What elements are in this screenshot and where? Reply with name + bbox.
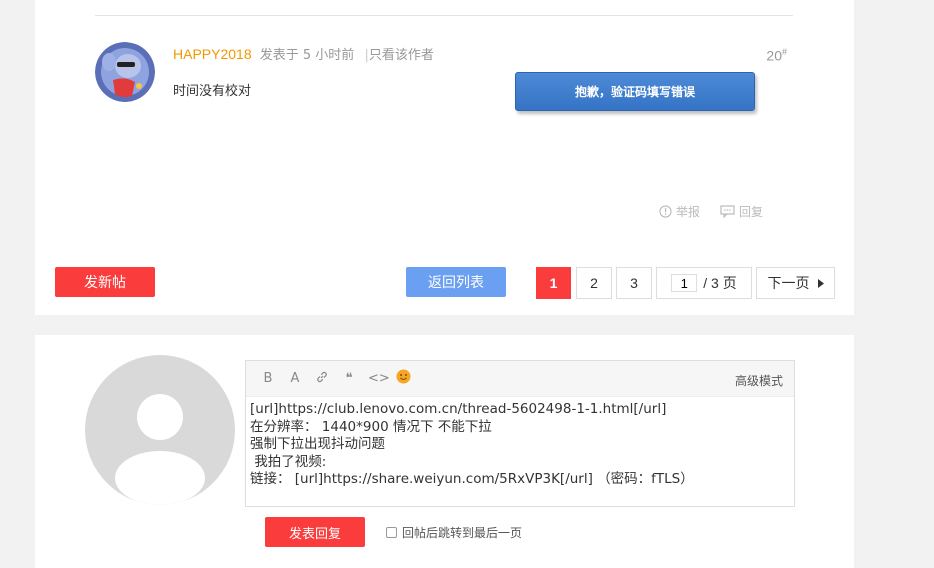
- link-button[interactable]: [314, 370, 330, 388]
- page-button-3[interactable]: 3: [616, 267, 652, 299]
- user-silhouette-icon: [115, 394, 205, 505]
- smiley-icon: [396, 369, 410, 384]
- post-content: 时间没有校对: [173, 84, 252, 99]
- comment-icon: [720, 205, 735, 218]
- jump-checkbox-label: 回帖后跳转到最后一页: [402, 526, 523, 540]
- link-icon: [317, 371, 327, 382]
- reply-button[interactable]: 回复: [720, 203, 763, 220]
- floor-number-value: 20: [766, 47, 782, 64]
- quote-button[interactable]: ❝: [341, 371, 357, 386]
- bold-button[interactable]: B: [260, 371, 276, 386]
- jump-checkbox[interactable]: [386, 527, 397, 538]
- submit-reply-button[interactable]: 发表回复: [265, 517, 365, 547]
- font-button[interactable]: A: [287, 371, 303, 386]
- reply-textarea[interactable]: [url]https://club.lenovo.com.cn/thread-5…: [246, 397, 794, 493]
- report-button[interactable]: 举报: [659, 203, 700, 220]
- author-name[interactable]: HAPPY2018: [173, 46, 252, 62]
- divider: [95, 15, 793, 16]
- total-pages: / 3 页: [703, 275, 737, 291]
- reply-editor: B A ❝ <> 高级模式 [url]https://club.lenovo.c…: [245, 360, 795, 507]
- reply-card: B A ❝ <> 高级模式 [url]https://club.lenovo.c…: [35, 335, 854, 568]
- advanced-mode-link[interactable]: 高级模式: [735, 372, 783, 389]
- author-avatar[interactable]: [95, 42, 155, 102]
- posted-time: 发表于 5 小时前: [259, 48, 355, 63]
- cartoon-avatar-icon: [95, 42, 155, 102]
- triangle-right-icon: [817, 278, 824, 288]
- floor-mark: #: [781, 47, 787, 57]
- floor-number[interactable]: 20#: [766, 47, 787, 64]
- error-toast: 抱歉，验证码填写错误: [515, 72, 755, 111]
- info-circle-icon: [659, 205, 672, 218]
- post-meta: HAPPY2018 发表于 5 小时前 |只看该作者: [173, 44, 434, 63]
- emoji-button[interactable]: [395, 369, 411, 388]
- post-card: HAPPY2018 发表于 5 小时前 |只看该作者 20# 时间没有校对 抱歉…: [35, 0, 854, 250]
- post-actions: 举报 回复: [659, 203, 763, 220]
- report-label: 举报: [676, 205, 701, 219]
- next-page-button[interactable]: 下一页: [756, 267, 835, 299]
- page-jump-input[interactable]: [671, 274, 698, 292]
- next-page-label: 下一页: [767, 275, 810, 291]
- page-button-2[interactable]: 2: [576, 267, 612, 299]
- new-post-button[interactable]: 发新帖: [55, 267, 155, 297]
- pagination-bar: 发新帖 返回列表 1 2 3 / 3 页 下一页: [35, 250, 854, 315]
- code-button[interactable]: <>: [368, 371, 390, 386]
- only-author-link[interactable]: 只看该作者: [369, 48, 434, 63]
- back-to-list-button[interactable]: 返回列表: [406, 267, 506, 297]
- reply-label: 回复: [739, 205, 764, 219]
- editor-toolbar: B A ❝ <> 高级模式: [246, 361, 794, 397]
- jump-to-last-page-option[interactable]: 回帖后跳转到最后一页: [386, 524, 522, 541]
- page-button-1[interactable]: 1: [536, 267, 571, 299]
- default-user-avatar: [85, 355, 235, 505]
- page-jump: / 3 页: [656, 267, 752, 299]
